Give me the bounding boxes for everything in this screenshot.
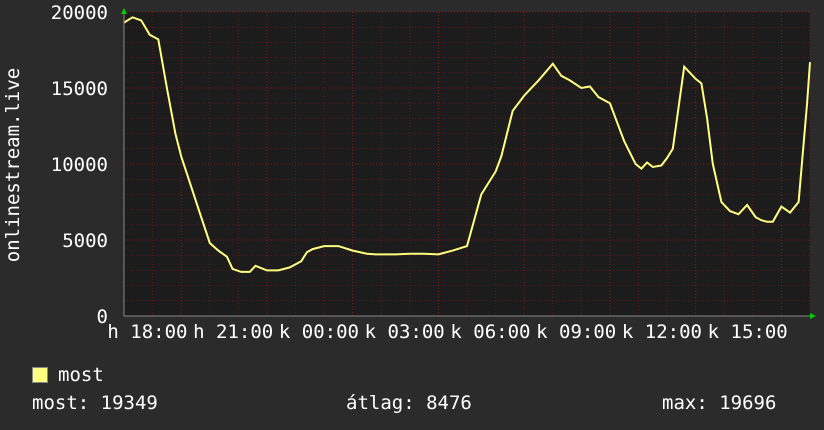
y-tick-label: 10000 xyxy=(51,154,108,176)
stat-average: átlag: 8476 xyxy=(346,392,472,414)
y-tick-label: 5000 xyxy=(62,230,108,252)
y-axis: 0 5000 10000 15000 20000 xyxy=(51,2,108,328)
y-tick-label: 20000 xyxy=(51,2,108,24)
x-tick-label: k 00:00 xyxy=(279,321,359,343)
x-tick-label: h 21:00 xyxy=(193,321,273,343)
x-tick-label: k 12:00 xyxy=(622,321,702,343)
x-tick-label: h 18:00 xyxy=(107,321,187,343)
legend-swatch-most xyxy=(32,367,48,383)
line-chart: 0 5000 10000 15000 20000 h 18:00 h 21:00 k 00:… xyxy=(2,2,816,343)
y-axis-arrow xyxy=(121,8,127,14)
y-tick-label: 0 xyxy=(97,306,108,328)
x-tick-label: k 15:00 xyxy=(708,321,788,343)
x-axis-arrow xyxy=(810,313,816,319)
stat-current: most: 19349 xyxy=(32,392,158,414)
y-tick-label: 15000 xyxy=(51,78,108,100)
y-axis-label: onlinestream.live xyxy=(2,68,24,262)
stat-max: max: 19696 xyxy=(662,392,777,414)
x-tick-label: k 03:00 xyxy=(365,321,445,343)
legend-label-most: most xyxy=(58,364,104,386)
x-axis: h 18:00 h 21:00 k 00:00 k 03:00 k 06:00 k 09:… xyxy=(107,321,787,343)
x-tick-label: k 06:00 xyxy=(450,321,530,343)
legend: most xyxy=(32,364,104,386)
x-tick-label: k 09:00 xyxy=(536,321,616,343)
